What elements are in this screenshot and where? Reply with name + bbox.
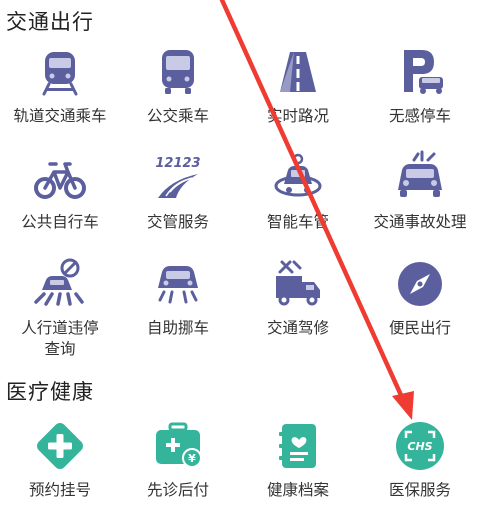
compass-icon — [392, 256, 448, 312]
service-label-line-1: 人行道违停 — [21, 319, 99, 337]
service-item-convenient-travel[interactable]: 便民出行 — [360, 256, 480, 338]
service-item-public-bicycle[interactable]: 公共自行车 — [0, 150, 120, 232]
train-icon — [32, 44, 88, 100]
service-label-line-2: 查询 — [44, 340, 76, 358]
health-record-icon — [270, 418, 326, 474]
crosswalk-no-parking-icon — [32, 256, 88, 312]
service-item-contactless-parking[interactable]: 无感停车 — [360, 44, 480, 126]
service-label: 健康档案 — [266, 481, 329, 499]
medical-kit-payment-icon: ¥ — [150, 418, 206, 474]
service-item-rail-transit[interactable]: 轨道交通乘车 — [0, 44, 120, 126]
chs-insurance-icon: CHS — [392, 418, 448, 474]
service-item-traffic-accident[interactable]: 交通事故处理 — [360, 150, 480, 232]
section-title-health: 医疗健康 — [6, 380, 94, 404]
service-label: 人行道违停 查询 — [0, 318, 120, 360]
service-label: 交通事故处理 — [373, 213, 467, 231]
medical-cross-icon — [32, 418, 88, 474]
service-item-bus[interactable]: 公交乘车 — [118, 44, 238, 126]
service-label: 预约挂号 — [28, 481, 91, 499]
svg-text:CHS: CHS — [407, 440, 432, 453]
service-label: 先诊后付 — [146, 481, 209, 499]
service-label: 实时路况 — [266, 107, 329, 125]
traffic-management-icon: 12123 — [150, 150, 206, 206]
service-label: 交管服务 — [146, 213, 209, 231]
service-item-diagnose-first-pay-later[interactable]: ¥ 先诊后付 — [118, 418, 238, 500]
service-label: 医保服务 — [388, 481, 451, 499]
service-item-health-record[interactable]: 健康档案 — [238, 418, 358, 500]
parking-icon — [392, 44, 448, 100]
service-item-traffic-management[interactable]: 12123 交管服务 — [118, 150, 238, 232]
smart-car-icon — [270, 150, 326, 206]
service-label: 自助挪车 — [146, 319, 209, 337]
service-label: 轨道交通乘车 — [13, 107, 107, 125]
service-item-smart-vehicle-management[interactable]: 智能车管 — [238, 150, 358, 232]
service-item-traffic-repair[interactable]: 交通驾修 — [238, 256, 358, 338]
svg-text:¥: ¥ — [188, 452, 196, 465]
svg-text:12123: 12123 — [155, 156, 200, 171]
service-label: 交通驾修 — [266, 319, 329, 337]
service-item-self-service-move-car[interactable]: 自助挪车 — [118, 256, 238, 338]
service-item-sidewalk-parking-query[interactable]: 人行道违停 查询 — [0, 256, 120, 360]
service-label: 无感停车 — [388, 107, 451, 125]
service-label: 智能车管 — [266, 213, 329, 231]
service-item-medical-insurance[interactable]: CHS 医保服务 — [360, 418, 480, 500]
section-title-transport: 交通出行 — [6, 10, 94, 34]
car-accident-icon — [392, 150, 448, 206]
service-label: 公共自行车 — [21, 213, 99, 231]
move-car-icon — [150, 256, 206, 312]
truck-repair-icon — [270, 256, 326, 312]
service-item-appointment-registration[interactable]: 预约挂号 — [0, 418, 120, 500]
bus-icon — [150, 44, 206, 100]
bicycle-icon — [32, 150, 88, 206]
service-item-live-traffic[interactable]: 实时路况 — [238, 44, 358, 126]
road-icon — [270, 44, 326, 100]
service-label: 公交乘车 — [146, 107, 209, 125]
service-label: 便民出行 — [388, 319, 451, 337]
